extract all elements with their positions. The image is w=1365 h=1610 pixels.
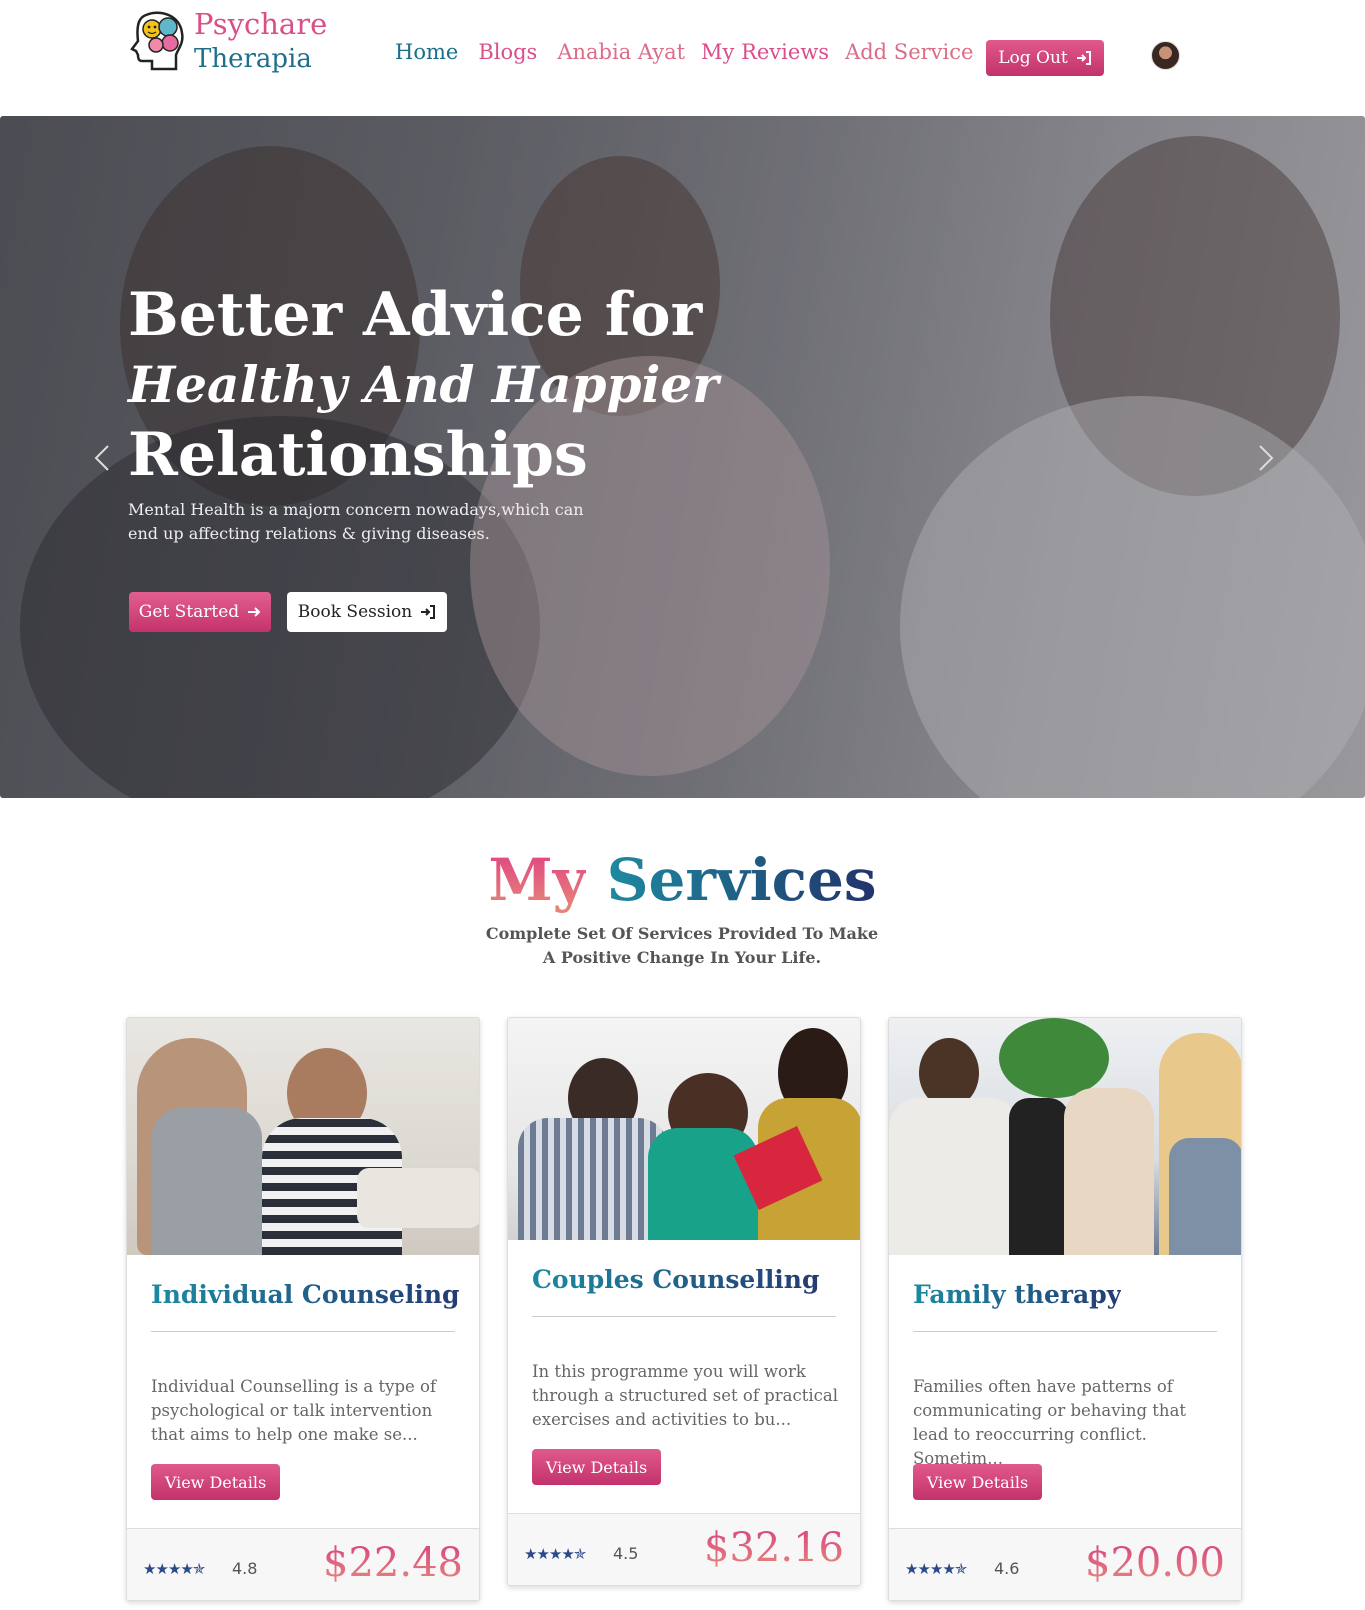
brain-head-logo-icon [130, 11, 184, 70]
service-card-footer: ★★★★✯ 4.5 $32.16 [508, 1513, 860, 1585]
brand[interactable]: Psychare Therapia [126, 7, 328, 75]
services-title-services: Services [606, 846, 877, 914]
hero-description: Mental Health is a majorn concern nowada… [128, 500, 584, 543]
image-figure [999, 1018, 1109, 1098]
divider [913, 1331, 1217, 1332]
view-details-button[interactable]: View Details [532, 1449, 661, 1485]
service-card: Family therapy Families often have patte… [888, 1017, 1242, 1601]
image-figure [1064, 1088, 1154, 1255]
services-subtitle: Complete Set Of Services Provided To Mak… [485, 924, 879, 967]
image-figure [1169, 1138, 1241, 1255]
get-started-label: Get Started [138, 602, 240, 622]
service-card-title: Couples Counselling [532, 1265, 820, 1294]
logout-label: Log Out [998, 48, 1068, 68]
service-card-description: Individual Counselling is a type of psyc… [151, 1377, 437, 1444]
image-figure [152, 1108, 262, 1255]
book-session-label: Book Session [297, 602, 413, 622]
nav-link-my-reviews[interactable]: My Reviews [701, 40, 829, 64]
rating-value: 4.5 [613, 1544, 639, 1563]
divider [151, 1331, 455, 1332]
rating-value: 4.6 [994, 1559, 1020, 1578]
carousel-prev-icon[interactable] [88, 440, 116, 476]
divider [532, 1316, 836, 1317]
image-figure [518, 1118, 668, 1240]
view-details-button[interactable]: View Details [913, 1464, 1042, 1500]
star-rating-icon: ★★★★✯ [143, 1560, 205, 1578]
image-figure [357, 1168, 479, 1228]
service-price: $20.00 [1085, 1540, 1225, 1586]
brand-name-line2: Therapia [194, 44, 312, 75]
star-rating-icon: ★★★★✯ [524, 1545, 586, 1563]
nav-link-add-service[interactable]: Add Service [845, 40, 973, 64]
service-card-title: Individual Counseling [151, 1280, 460, 1309]
user-avatar[interactable] [1151, 41, 1180, 70]
service-card-description: Families often have patterns of communic… [913, 1377, 1187, 1468]
services-title: My Services [0, 846, 1365, 914]
image-figure [1009, 1098, 1069, 1255]
star-rating-icon: ★★★★✯ [905, 1560, 967, 1578]
hero-title-line3: Relationships [128, 420, 588, 490]
services-title-my: My [488, 846, 587, 914]
service-card: Couples Counselling In this programme yo… [507, 1017, 861, 1586]
rating-value: 4.8 [232, 1559, 258, 1578]
nav-link-home[interactable]: Home [395, 40, 458, 64]
nav-link-blogs[interactable]: Blogs [478, 40, 537, 64]
service-card: Individual Counseling Individual Counsel… [126, 1017, 480, 1601]
service-card-image [889, 1018, 1241, 1255]
sign-in-icon [421, 605, 436, 619]
sign-out-icon [1076, 51, 1091, 65]
brand-name-line1: Psychare [194, 7, 328, 41]
view-details-button[interactable]: View Details [151, 1464, 280, 1500]
service-price: $32.16 [704, 1525, 844, 1571]
hero-title-line1: Better Advice for [128, 280, 703, 350]
image-figure [889, 1098, 1019, 1255]
service-card-description: In this programme you will work through … [532, 1362, 838, 1429]
service-price: $22.48 [323, 1540, 463, 1586]
arrow-right-icon [248, 607, 261, 617]
carousel-next-icon[interactable] [1252, 440, 1280, 476]
book-session-button[interactable]: Book Session [287, 592, 447, 632]
get-started-button[interactable]: Get Started [129, 592, 271, 632]
service-card-image [508, 1018, 860, 1240]
hero-title-line2: Healthy And Happier [128, 355, 719, 414]
nav-link-profile[interactable]: Anabia Ayat [557, 40, 685, 64]
service-card-footer: ★★★★✯ 4.8 $22.48 [127, 1528, 479, 1600]
image-figure [648, 1128, 758, 1240]
main-nav: Home Blogs Anabia Ayat My Reviews Add Se… [395, 40, 993, 64]
logout-button[interactable]: Log Out [986, 40, 1104, 76]
service-card-image [127, 1018, 479, 1255]
navbar: Psychare Therapia Home Blogs Anabia Ayat… [0, 0, 1365, 116]
service-card-footer: ★★★★✯ 4.6 $20.00 [889, 1528, 1241, 1600]
service-card-title: Family therapy [913, 1280, 1122, 1309]
